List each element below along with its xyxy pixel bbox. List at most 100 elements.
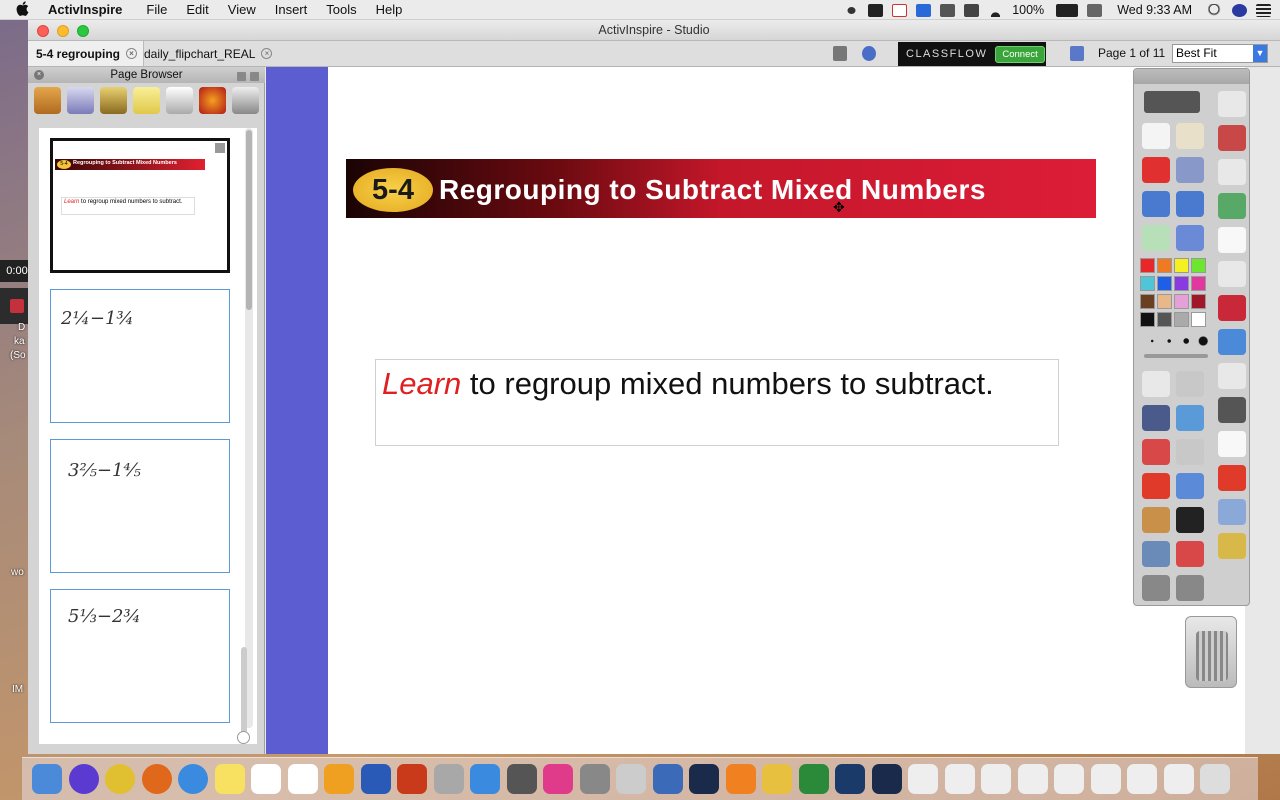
paint-icon[interactable] bbox=[1218, 125, 1246, 151]
menu-help[interactable]: Help bbox=[376, 2, 403, 17]
calendar-icon[interactable] bbox=[251, 764, 281, 794]
spotlight-search-icon[interactable] bbox=[1208, 3, 1223, 17]
color-swatch[interactable] bbox=[1157, 258, 1172, 273]
tab-5-4-regrouping[interactable]: 5-4 regrouping × bbox=[28, 41, 145, 66]
chrome-icon[interactable] bbox=[105, 764, 135, 794]
screenshot-icon[interactable] bbox=[616, 764, 646, 794]
preview-icon[interactable] bbox=[433, 764, 464, 794]
excel-icon[interactable] bbox=[798, 764, 829, 794]
page-thumbnail-3[interactable]: 3⅖−1⅘ bbox=[50, 439, 230, 573]
recent-file-5-icon[interactable] bbox=[1054, 764, 1084, 794]
flipchart-icon[interactable] bbox=[833, 46, 847, 61]
color-swatch[interactable] bbox=[1174, 276, 1189, 291]
system-preferences-icon[interactable] bbox=[579, 764, 610, 794]
battery-icon[interactable] bbox=[1056, 3, 1079, 17]
spotlight-icon[interactable] bbox=[1142, 541, 1170, 567]
notes-browser-icon[interactable] bbox=[133, 87, 160, 114]
recent-file-4-icon[interactable] bbox=[1017, 764, 1048, 794]
disk-utility-icon[interactable] bbox=[652, 764, 683, 794]
color-swatch[interactable] bbox=[1157, 312, 1172, 327]
action-browser-icon[interactable] bbox=[199, 87, 226, 114]
color-swatch[interactable] bbox=[1191, 294, 1206, 309]
signature-icon[interactable] bbox=[1218, 533, 1246, 559]
share-icon[interactable] bbox=[1144, 91, 1200, 113]
color-swatch[interactable] bbox=[1140, 276, 1155, 291]
activinspire-icon[interactable] bbox=[689, 764, 719, 794]
pen-settings-icon[interactable] bbox=[1218, 91, 1246, 117]
menu-insert[interactable]: Insert bbox=[275, 2, 308, 17]
connector-icon[interactable] bbox=[1176, 473, 1204, 499]
keynote-icon[interactable] bbox=[762, 764, 792, 794]
eraser-icon[interactable] bbox=[1142, 439, 1170, 465]
pin-icon[interactable] bbox=[237, 72, 246, 81]
close-status-icon[interactable] bbox=[892, 3, 908, 17]
zoom-select[interactable]: Best Fit ▼ bbox=[1172, 44, 1268, 63]
recent-file-6-icon[interactable] bbox=[1090, 764, 1121, 794]
recent-file-2-icon[interactable] bbox=[944, 764, 975, 794]
color-swatch[interactable] bbox=[1174, 294, 1189, 309]
slider-knob[interactable] bbox=[237, 731, 250, 744]
object-browser-icon[interactable] bbox=[100, 87, 127, 114]
tab-daily-flipchart[interactable]: daily_flipchart_REAL × bbox=[136, 41, 278, 66]
globe-icon[interactable] bbox=[1176, 225, 1204, 251]
property-browser-icon[interactable] bbox=[166, 87, 193, 114]
classflow-connect-button[interactable]: Connect bbox=[995, 45, 1045, 63]
flipchart-page[interactable]: 5-4 Regrouping to Subtract Mixed Numbers… bbox=[328, 67, 1245, 754]
menu-tools[interactable]: Tools bbox=[326, 2, 356, 17]
wifi-icon[interactable] bbox=[988, 3, 1004, 17]
voting-browser-icon[interactable] bbox=[232, 87, 259, 114]
scrollbar-thumb[interactable] bbox=[246, 130, 252, 310]
clapperboard-icon[interactable] bbox=[1142, 507, 1170, 533]
desktop-annotate-icon[interactable] bbox=[1142, 123, 1170, 149]
page-browser-icon[interactable] bbox=[34, 87, 61, 114]
thumbnail-scrollbar[interactable] bbox=[245, 128, 253, 728]
menu-view[interactable]: View bbox=[228, 2, 256, 17]
dock-trash-icon[interactable] bbox=[1200, 764, 1230, 794]
pen-icon[interactable] bbox=[1142, 405, 1170, 431]
page-thumbnail-4[interactable]: 5⅓−2¾ bbox=[50, 589, 230, 723]
airplay-icon[interactable] bbox=[964, 3, 980, 17]
trash-can-icon[interactable] bbox=[1185, 616, 1237, 688]
vlc-icon[interactable] bbox=[725, 764, 756, 794]
siri-icon[interactable] bbox=[68, 764, 99, 794]
page-thumbnail-1[interactable]: 5-4 Regrouping to Subtract Mixed Numbers… bbox=[50, 138, 230, 273]
color-swatch[interactable] bbox=[1157, 276, 1172, 291]
menu-file[interactable]: File bbox=[146, 2, 167, 17]
pen-size-selector[interactable] bbox=[1142, 334, 1210, 348]
pen-width-slider[interactable] bbox=[1144, 354, 1208, 358]
reminders-icon[interactable] bbox=[287, 764, 318, 794]
export-icon[interactable] bbox=[1218, 329, 1246, 355]
doc-icon[interactable] bbox=[1218, 261, 1246, 287]
color-swatch[interactable] bbox=[1174, 312, 1189, 327]
firefox-icon[interactable] bbox=[141, 764, 172, 794]
color-swatch[interactable] bbox=[1157, 294, 1172, 309]
word-icon[interactable] bbox=[360, 764, 391, 794]
close-icon[interactable]: × bbox=[34, 70, 44, 80]
next-page-icon[interactable] bbox=[1176, 191, 1204, 217]
photos-icon[interactable] bbox=[324, 764, 354, 794]
redo-icon[interactable] bbox=[1176, 575, 1204, 601]
quicktime-icon[interactable] bbox=[835, 764, 865, 794]
finder-icon[interactable] bbox=[32, 764, 62, 794]
fill-icon[interactable] bbox=[1176, 439, 1204, 465]
apple-menu-icon[interactable] bbox=[16, 0, 34, 19]
learning-goal-box[interactable]: Learn to regroup mixed numbers to subtra… bbox=[375, 359, 1059, 446]
pen-tool-icon[interactable] bbox=[1142, 157, 1170, 183]
delete-icon[interactable] bbox=[1218, 465, 1246, 491]
previous-page-icon[interactable] bbox=[1142, 191, 1170, 217]
chevron-down-icon[interactable]: ▼ bbox=[1253, 45, 1267, 62]
save-icon[interactable] bbox=[1218, 295, 1246, 321]
siri-icon[interactable] bbox=[1232, 3, 1247, 17]
color-swatch[interactable] bbox=[1140, 258, 1155, 273]
dropbox-icon[interactable] bbox=[868, 3, 884, 17]
print-icon[interactable] bbox=[1218, 397, 1246, 423]
user-profile-icon[interactable] bbox=[1176, 123, 1204, 149]
page-copy-icon[interactable] bbox=[1218, 363, 1246, 389]
color-swatch[interactable] bbox=[1191, 276, 1206, 291]
gear-status-icon[interactable] bbox=[844, 3, 860, 17]
clock[interactable]: Wed 9:33 AM bbox=[1117, 3, 1192, 17]
dock-icon[interactable] bbox=[250, 72, 259, 81]
highlighter-icon[interactable] bbox=[1176, 405, 1204, 431]
notification-center-icon[interactable] bbox=[1256, 3, 1271, 17]
magic-ink-icon[interactable] bbox=[1176, 157, 1204, 183]
